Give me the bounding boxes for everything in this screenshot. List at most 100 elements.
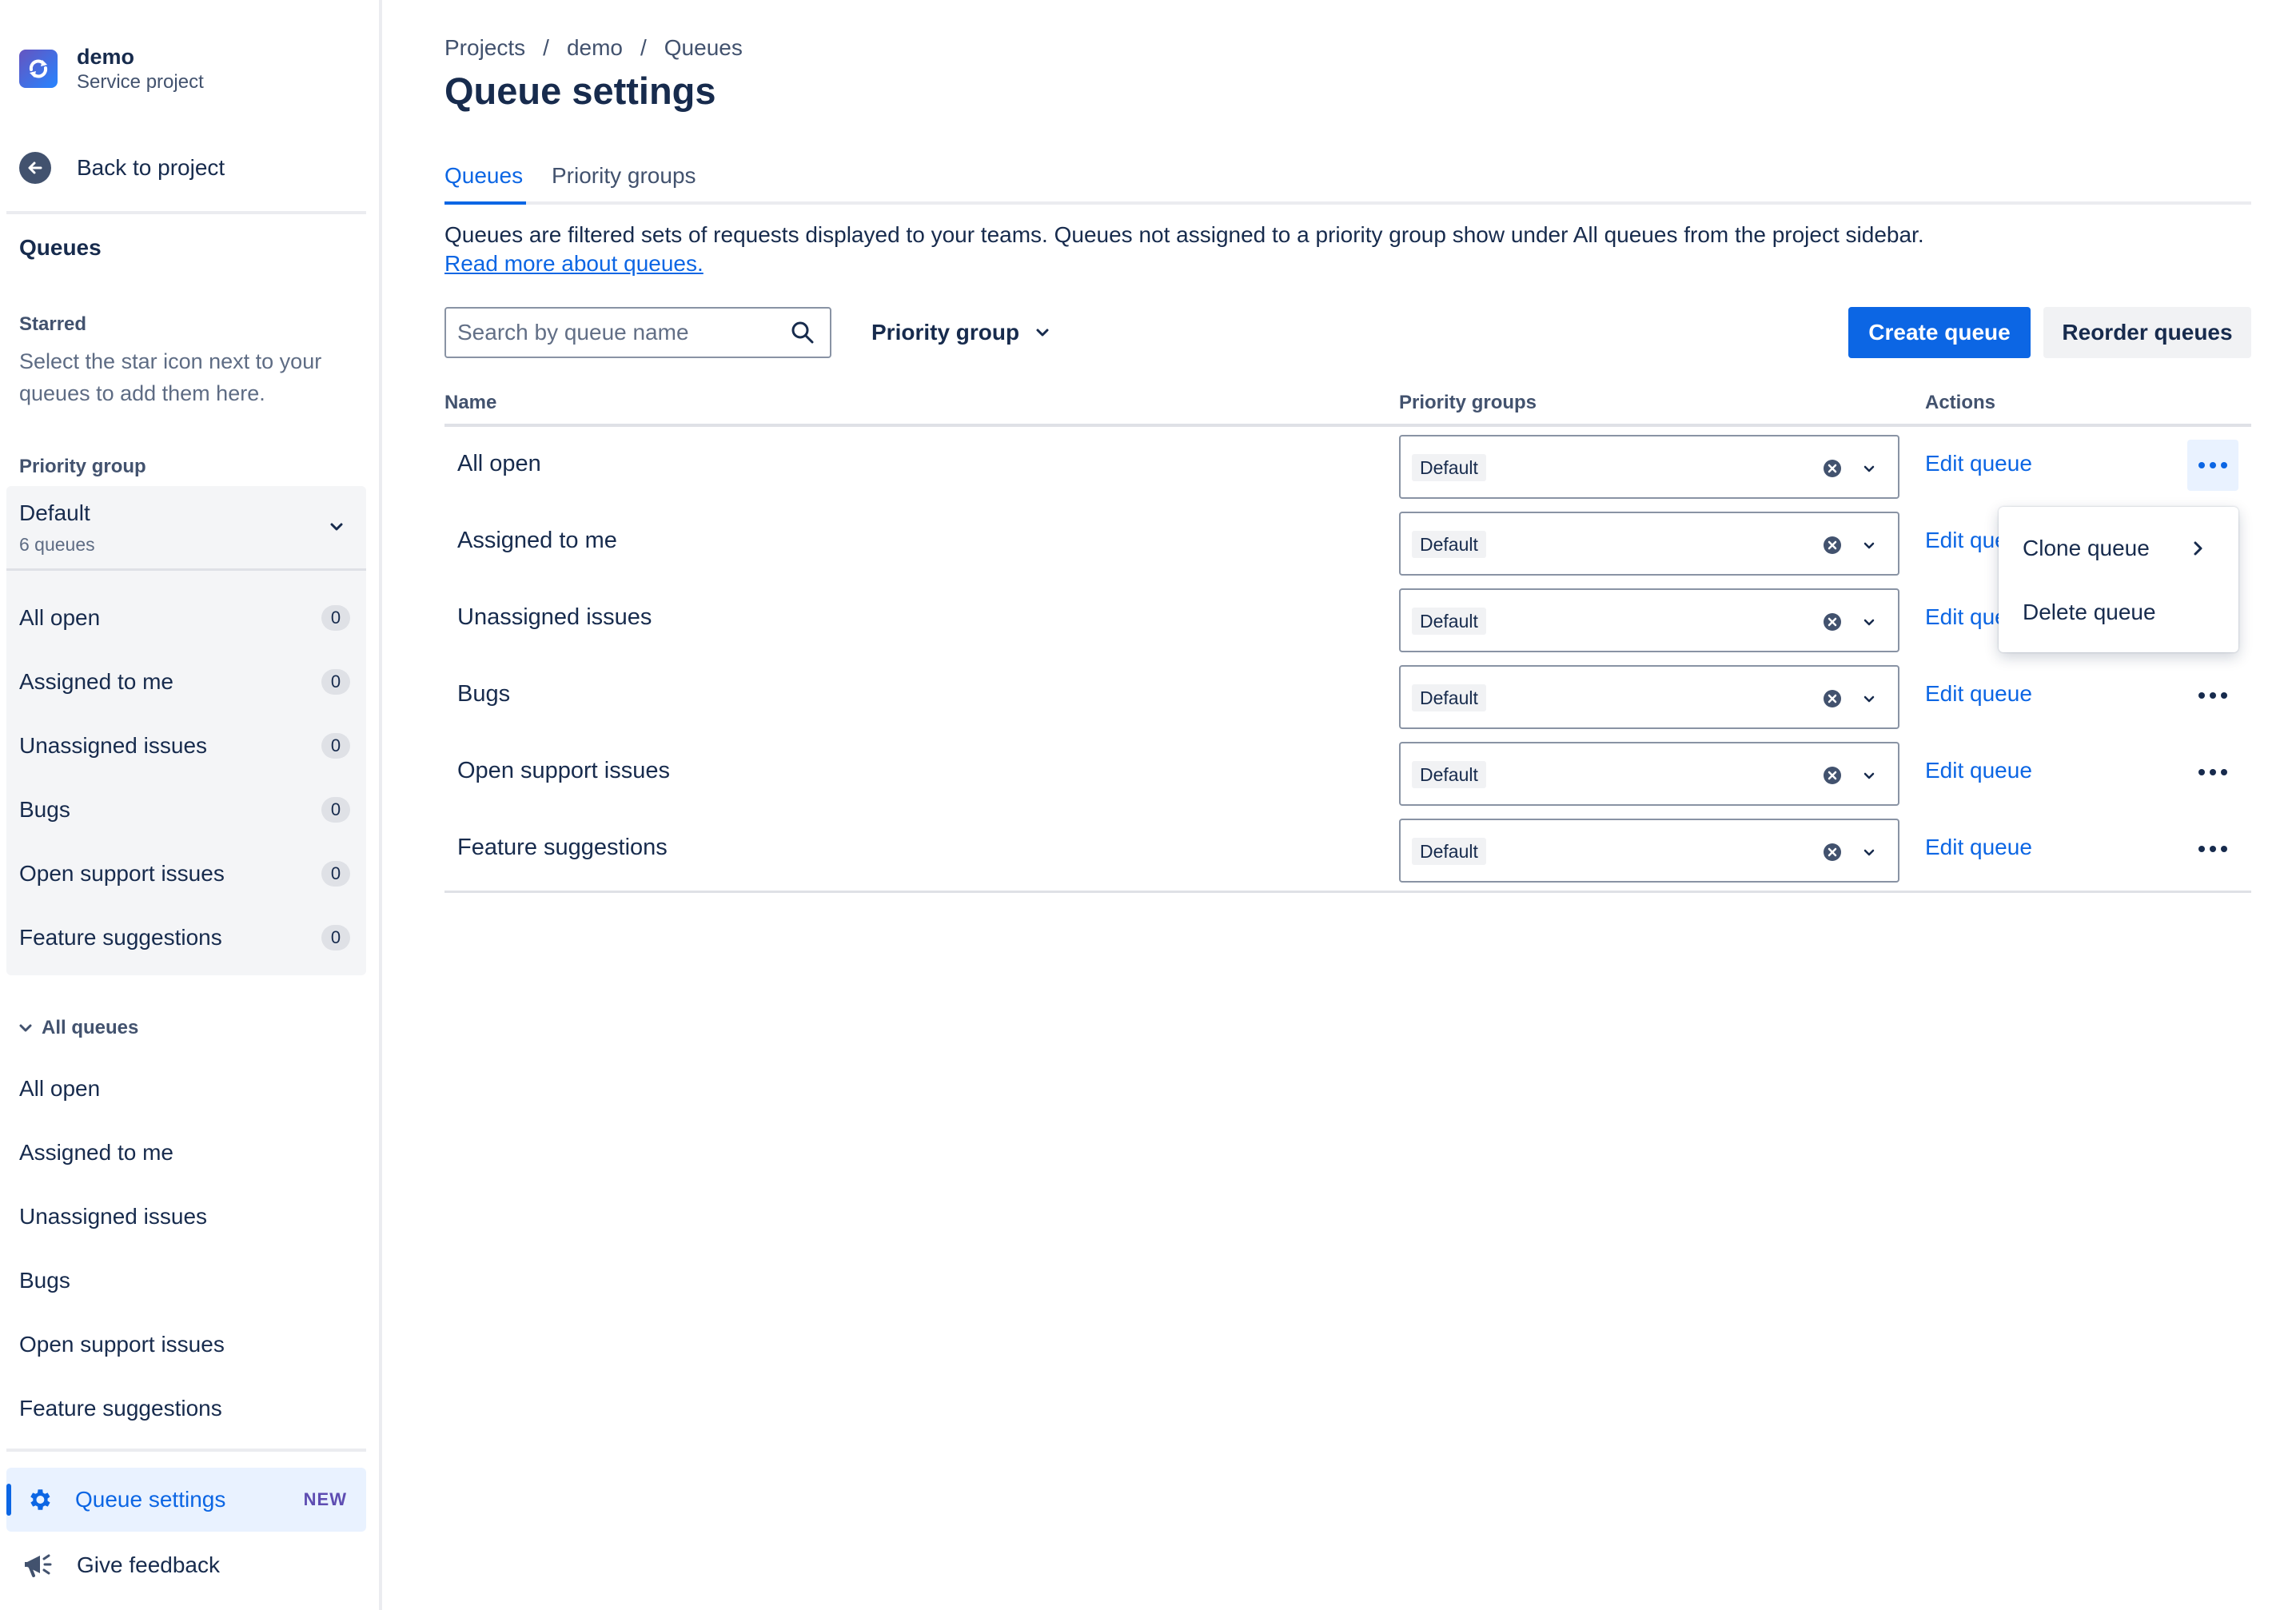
give-feedback-button[interactable]: Give feedback	[6, 1535, 366, 1596]
table-header-divider	[444, 424, 2251, 427]
all-queues-toggle[interactable]: All queues	[18, 1017, 138, 1039]
column-header-priority-groups: Priority groups	[1399, 392, 1537, 413]
chevron-down-icon	[19, 1024, 32, 1032]
tab-priority-groups[interactable]: Priority groups	[552, 163, 696, 205]
breadcrumb-projects[interactable]: Projects	[444, 35, 525, 61]
tab-queues[interactable]: Queues	[444, 163, 526, 205]
project-name: demo	[77, 45, 135, 69]
more-icon	[2198, 692, 2227, 699]
edit-queue-link[interactable]: Edit queue	[1925, 451, 2032, 476]
priority-group-filter[interactable]: Priority group	[871, 312, 1051, 353]
sidebar-divider	[6, 1449, 366, 1452]
sidebar-item-unassigned-issues[interactable]: Unassigned issues 0	[6, 718, 366, 774]
priority-group-dropdown[interactable]: Default	[1399, 588, 1899, 652]
create-queue-button[interactable]: Create queue	[1848, 307, 2031, 358]
starred-heading: Starred	[19, 313, 87, 335]
clear-icon[interactable]	[1821, 611, 1844, 633]
chevron-down-icon	[1864, 542, 1875, 549]
delete-queue-menu-item[interactable]: Delete queue	[1999, 580, 2238, 644]
queue-name: Bugs	[457, 681, 511, 707]
chevron-down-icon	[1864, 465, 1875, 472]
queue-name: Unassigned issues	[457, 604, 652, 630]
sidebar-item-label: Unassigned issues	[19, 733, 208, 758]
read-more-link[interactable]: Read more about queues.	[444, 251, 704, 277]
row-actions-menu: Clone queue Delete queue	[1999, 507, 2238, 652]
sidebar-item-queue-settings[interactable]: Queue settings NEW	[6, 1468, 366, 1532]
clone-queue-menu-item[interactable]: Clone queue	[1999, 516, 2238, 580]
edit-queue-link[interactable]: Edit queue	[1925, 835, 2032, 860]
new-badge: NEW	[303, 1489, 347, 1509]
priority-group-chip: Default	[1412, 608, 1486, 635]
give-feedback-label: Give feedback	[77, 1552, 220, 1577]
clear-icon[interactable]	[1821, 687, 1844, 710]
sidebar-item-all-open[interactable]: All open 0	[6, 590, 366, 646]
priority-group-dropdown[interactable]: Default	[1399, 435, 1899, 499]
priority-group-dropdown[interactable]: Default	[1399, 512, 1899, 576]
queue-name: All open	[457, 451, 541, 476]
breadcrumb-demo[interactable]: demo	[567, 35, 623, 61]
sidebar-item-feature-suggestions[interactable]: Feature suggestions 0	[6, 910, 366, 966]
clear-icon[interactable]	[1821, 534, 1844, 556]
priority-group-dropdown[interactable]: Default	[1399, 742, 1899, 806]
more-actions-button[interactable]	[2187, 440, 2238, 491]
search-icon	[791, 321, 814, 344]
queue-count-badge: 0	[321, 733, 350, 759]
priority-group-dropdown[interactable]: Default	[1399, 665, 1899, 729]
clear-icon[interactable]	[1821, 457, 1844, 480]
table-row: Unassigned issues Default Edit queue	[444, 582, 2251, 659]
queue-name: Open support issues	[457, 758, 670, 783]
priority-group-select[interactable]: Default 6 queues	[6, 486, 366, 571]
priority-group-count: 6 queues	[19, 534, 95, 555]
more-actions-button[interactable]	[2187, 747, 2238, 798]
queue-settings-label: Queue settings	[75, 1487, 226, 1512]
all-queues-item-assigned-to-me[interactable]: Assigned to me	[19, 1140, 173, 1166]
table-row: All open Default Edit queue	[444, 428, 2251, 505]
column-header-name: Name	[444, 392, 497, 413]
table-row: Bugs Default Edit queue	[444, 659, 2251, 735]
queue-name: Feature suggestions	[457, 835, 668, 860]
sidebar-item-assigned-to-me[interactable]: Assigned to me 0	[6, 654, 366, 710]
more-actions-button[interactable]	[2187, 823, 2238, 875]
chevron-down-icon	[328, 518, 345, 540]
project-logo-icon	[19, 50, 58, 88]
all-queues-item-all-open[interactable]: All open	[19, 1076, 100, 1102]
queue-count-badge: 0	[321, 925, 350, 950]
reorder-queues-button[interactable]: Reorder queues	[2043, 307, 2251, 358]
chevron-down-icon	[1864, 695, 1875, 703]
priority-group-name: Default	[19, 500, 90, 525]
more-actions-button[interactable]	[2187, 670, 2238, 721]
all-queues-item-open-support-issues[interactable]: Open support issues	[19, 1332, 225, 1357]
sidebar-item-bugs[interactable]: Bugs 0	[6, 782, 366, 838]
all-queues-item-feature-suggestions[interactable]: Feature suggestions	[19, 1396, 222, 1421]
edit-queue-link[interactable]: Edit queue	[1925, 758, 2032, 783]
breadcrumb: Projects / demo / Queues	[444, 35, 743, 61]
chevron-down-icon	[1864, 619, 1875, 626]
queue-count-badge: 0	[321, 797, 350, 823]
all-queues-heading: All queues	[42, 1017, 139, 1038]
breadcrumb-separator: /	[640, 35, 647, 60]
search-input[interactable]	[457, 320, 790, 345]
back-to-project-button[interactable]: Back to project	[19, 150, 225, 185]
priority-group-dropdown[interactable]: Default	[1399, 819, 1899, 883]
chevron-down-icon	[1864, 849, 1875, 856]
project-header[interactable]: demo Service project	[19, 43, 204, 94]
all-queues-item-bugs[interactable]: Bugs	[19, 1268, 70, 1293]
breadcrumb-queues[interactable]: Queues	[664, 35, 743, 61]
sidebar-item-label: All open	[19, 605, 101, 630]
sidebar-item-label: Feature suggestions	[19, 925, 222, 950]
clear-icon[interactable]	[1821, 841, 1844, 863]
chevron-right-icon	[2194, 541, 2202, 556]
all-queues-item-unassigned-issues[interactable]: Unassigned issues	[19, 1204, 207, 1229]
priority-group-chip: Default	[1412, 454, 1486, 481]
queue-count-badge: 0	[321, 861, 350, 887]
chevron-down-icon	[1036, 329, 1049, 337]
edit-queue-link[interactable]: Edit queue	[1925, 681, 2032, 707]
active-indicator	[6, 1484, 11, 1516]
priority-group-box: Default 6 queues All open 0 Assigned to …	[6, 486, 366, 975]
priority-group-chip: Default	[1412, 838, 1486, 865]
clear-icon[interactable]	[1821, 764, 1844, 787]
gear-icon	[30, 1489, 50, 1510]
search-field[interactable]	[444, 307, 831, 358]
table-bottom-divider	[444, 891, 2251, 893]
sidebar-item-open-support-issues[interactable]: Open support issues 0	[6, 846, 366, 902]
